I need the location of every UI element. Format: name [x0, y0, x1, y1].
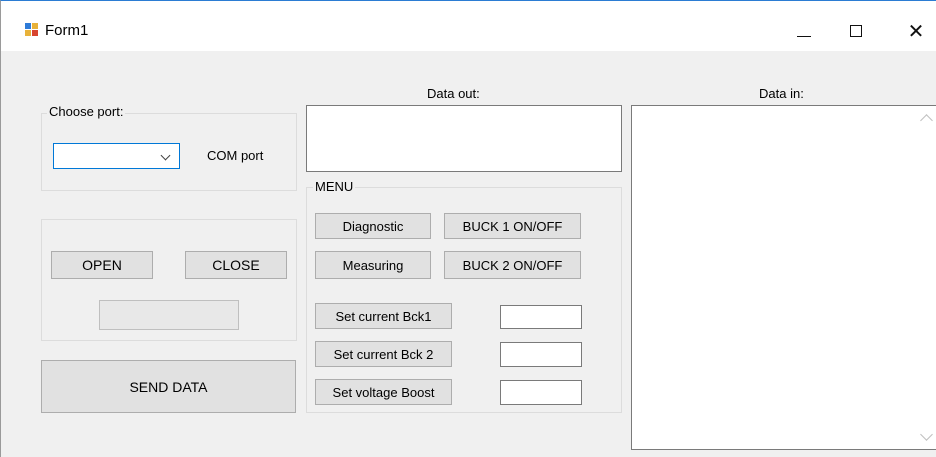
- maximize-icon: [850, 25, 862, 37]
- close-icon: ✕: [907, 19, 925, 43]
- maximize-button[interactable]: [833, 11, 879, 51]
- bck2-current-input[interactable]: [500, 342, 582, 367]
- status-box: [99, 300, 239, 330]
- set-current-bck1-button[interactable]: Set current Bck1: [315, 303, 452, 329]
- data-out-label: Data out:: [427, 86, 480, 101]
- open-button[interactable]: OPEN: [51, 251, 153, 279]
- close-window-button[interactable]: ✕: [893, 11, 936, 51]
- measuring-button[interactable]: Measuring: [315, 251, 431, 279]
- buck1-toggle-button[interactable]: BUCK 1 ON/OFF: [444, 213, 581, 239]
- choose-port-label: Choose port:: [47, 104, 126, 119]
- data-in-textbox[interactable]: [631, 105, 936, 450]
- data-in-label: Data in:: [759, 86, 804, 101]
- minimize-icon: [797, 35, 811, 37]
- app-icon: [25, 23, 39, 37]
- menu-label: MENU: [313, 179, 356, 194]
- send-data-button[interactable]: SEND DATA: [41, 360, 296, 413]
- set-voltage-boost-button[interactable]: Set voltage Boost: [315, 379, 452, 405]
- buck2-toggle-button[interactable]: BUCK 2 ON/OFF: [444, 251, 581, 279]
- data-out-textbox[interactable]: [306, 105, 622, 172]
- window-title: Form1: [45, 22, 89, 39]
- close-button[interactable]: CLOSE: [185, 251, 287, 279]
- scroll-up-icon[interactable]: [920, 114, 933, 127]
- com-port-combobox[interactable]: [53, 143, 180, 169]
- title-bar[interactable]: Form1 ✕: [1, 1, 936, 51]
- diagnostic-button[interactable]: Diagnostic: [315, 213, 431, 239]
- chevron-down-icon: [160, 150, 171, 161]
- bck1-current-input[interactable]: [500, 305, 582, 329]
- minimize-button[interactable]: [781, 11, 827, 51]
- scroll-down-icon[interactable]: [920, 428, 933, 441]
- com-port-label: COM port: [207, 148, 264, 163]
- boost-voltage-input[interactable]: [500, 380, 582, 405]
- form-window: Form1 ✕ Choose port: COM port OPEN CLOSE…: [0, 0, 936, 457]
- set-current-bck2-button[interactable]: Set current Bck 2: [315, 341, 452, 367]
